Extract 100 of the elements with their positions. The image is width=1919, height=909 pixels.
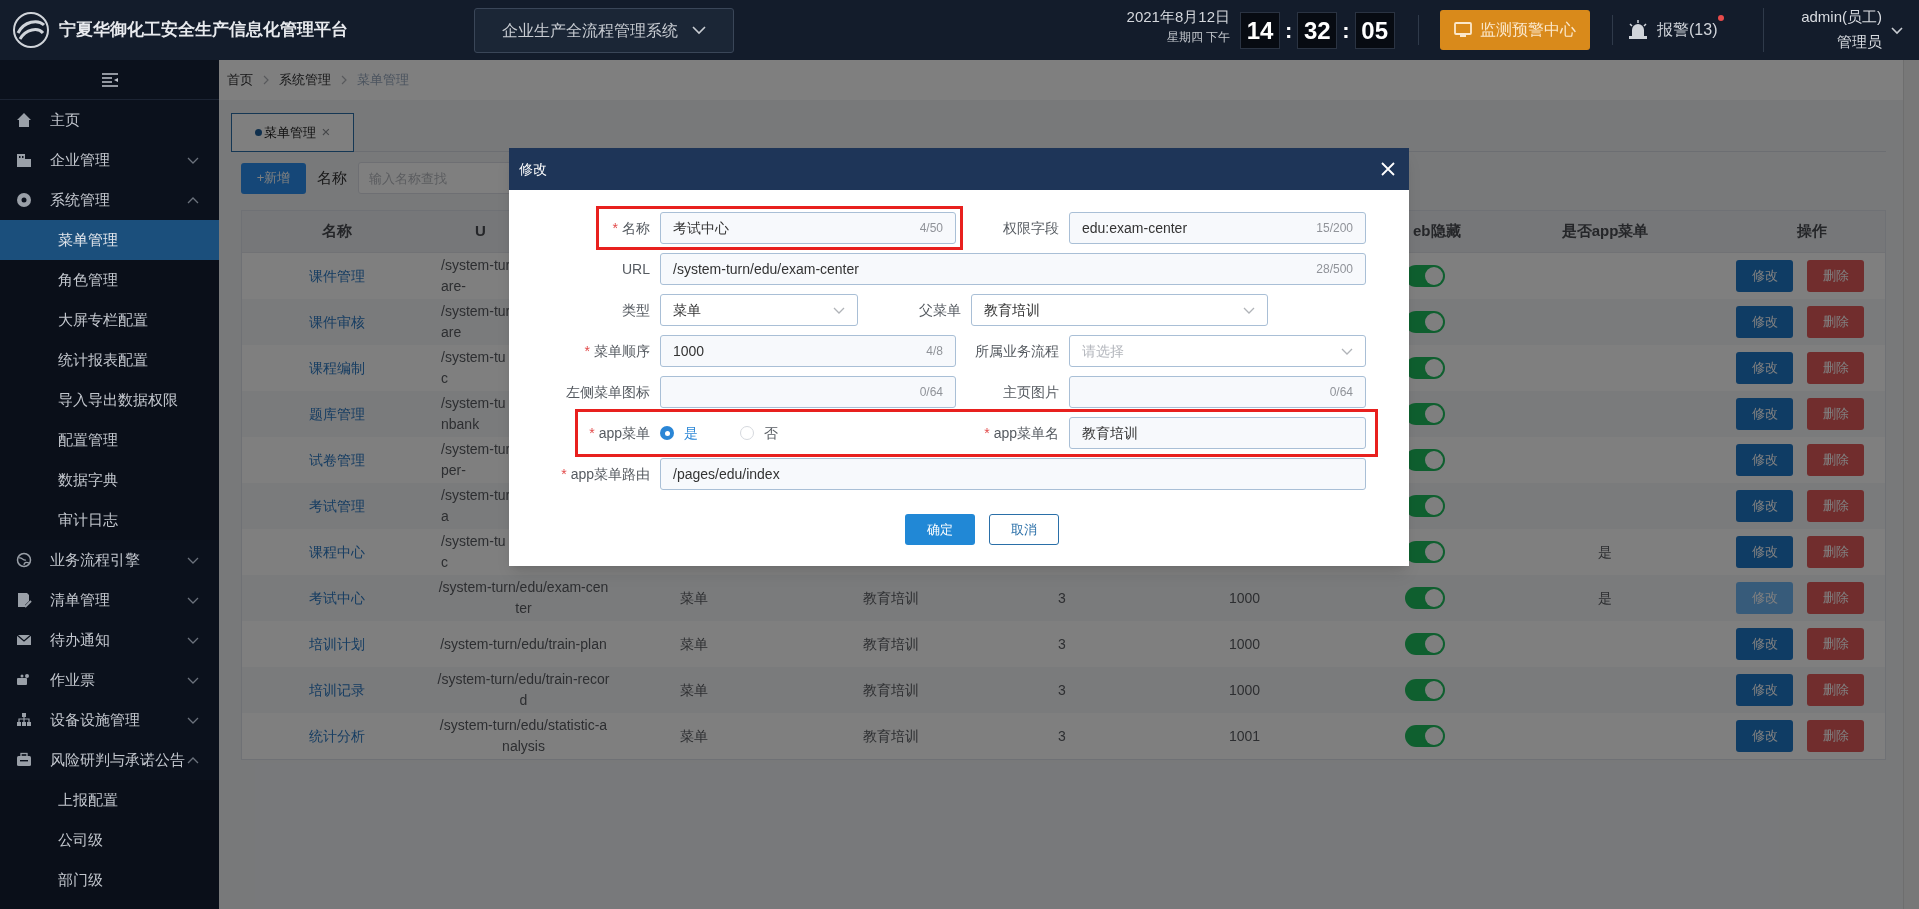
input-field[interactable]: /system-turn/edu/exam-center 28/500 <box>660 253 1366 285</box>
field-label: * 菜单顺序 <box>583 341 651 361</box>
menu-name-link[interactable]: 培训计划 <box>308 633 365 655</box>
field-label: 主页图片 <box>1002 382 1060 402</box>
select-field[interactable]: 菜单 <box>660 294 858 326</box>
menu-name-link[interactable]: 课程中心 <box>308 541 365 563</box>
confirm-button[interactable]: 确定 <box>904 514 975 545</box>
delete-button[interactable]: 删除 <box>1807 490 1864 522</box>
edit-button[interactable]: 修改 <box>1736 352 1793 384</box>
menu-group[interactable]: 系统管理 <box>0 180 219 220</box>
clock-digits: 14 <box>1240 12 1280 49</box>
system-dropdown[interactable]: 企业生产全流程管理系统 <box>474 8 734 53</box>
select-field[interactable]: 请选择 <box>1069 335 1366 367</box>
clock-separator: : <box>1285 17 1293 45</box>
menu-group[interactable]: 作业票 <box>0 660 219 700</box>
edit-button[interactable]: 修改 <box>1736 720 1793 752</box>
toggle-switch[interactable] <box>1405 679 1445 701</box>
char-counter: 0/64 <box>1329 384 1353 401</box>
menu-label: 设备设施管理 <box>50 709 141 730</box>
delete-button[interactable]: 删除 <box>1807 674 1864 706</box>
building-icon <box>16 152 32 168</box>
radio-option[interactable]: 否 <box>740 422 778 444</box>
cancel-button[interactable]: 取消 <box>988 514 1059 545</box>
menu-group[interactable]: 待办通知 <box>0 620 219 660</box>
edit-button[interactable]: 修改 <box>1736 444 1793 476</box>
menu-group[interactable]: 主页 <box>0 100 219 140</box>
menu-group[interactable]: 企业管理 <box>0 140 219 180</box>
delete-button[interactable]: 删除 <box>1807 536 1864 568</box>
delete-button[interactable]: 删除 <box>1807 306 1864 338</box>
radio-option[interactable]: 是 <box>660 422 698 444</box>
edit-button[interactable]: 修改 <box>1736 490 1793 522</box>
delete-button[interactable]: 删除 <box>1807 444 1864 476</box>
user-name[interactable]: admin(员工) <box>1801 4 1882 29</box>
input-field[interactable]: edu:exam-center 15/200 <box>1069 212 1366 244</box>
menu-group[interactable]: 清单管理 <box>0 580 219 620</box>
chevron-down-icon <box>1243 306 1255 314</box>
menu-group[interactable]: 设备设施管理 <box>0 700 219 740</box>
breadcrumb-link[interactable]: 首页 <box>227 70 253 90</box>
field-label: 所属业务流程 <box>974 341 1060 361</box>
toggle-switch[interactable] <box>1405 725 1445 747</box>
edit-button[interactable]: 修改 <box>1736 674 1793 706</box>
delete-button[interactable]: 删除 <box>1807 352 1864 384</box>
char-counter: 28/500 <box>1316 261 1353 278</box>
toggle-switch[interactable] <box>1405 587 1445 609</box>
menu-name-link[interactable]: 课件管理 <box>308 265 365 287</box>
search-label: 名称 <box>317 167 347 188</box>
edit-button[interactable]: 修改 <box>1736 628 1793 660</box>
select-field[interactable]: 教育培训 <box>971 294 1268 326</box>
column-header: 操作 <box>1796 221 1827 242</box>
edit-button[interactable]: 修改 <box>1736 536 1793 568</box>
submenu-item[interactable]: 菜单管理 <box>0 220 219 260</box>
menu-name-link[interactable]: 考试中心 <box>308 587 365 609</box>
delete-button[interactable]: 删除 <box>1807 720 1864 752</box>
close-tab[interactable]: × <box>321 121 331 144</box>
input-field[interactable]: 教育培训 <box>1069 417 1366 449</box>
close-icon[interactable] <box>1381 162 1395 176</box>
table-cell-text: 教育培训 <box>863 680 919 700</box>
menu-group[interactable]: 业务流程引擎 <box>0 540 219 580</box>
menu-name-link[interactable]: 题库管理 <box>308 403 365 425</box>
input-field[interactable]: /pages/edu/index <box>660 458 1366 490</box>
menu-name-link[interactable]: 统计分析 <box>308 725 365 747</box>
field-label: * app菜单 <box>588 423 651 443</box>
menu-collapse-icon[interactable] <box>100 72 119 87</box>
url-text: /system-turn/edu/exam-center <box>437 578 610 618</box>
input-field[interactable]: 0/64 <box>660 376 956 408</box>
delete-button[interactable]: 删除 <box>1807 398 1864 430</box>
delete-button[interactable]: 删除 <box>1807 582 1864 614</box>
alarm-bell-icon <box>1628 20 1648 40</box>
column-header: eb隐藏 <box>1413 221 1461 242</box>
page-tab[interactable]: 菜单管理 × <box>231 113 354 152</box>
edit-button[interactable]: 修改 <box>1736 398 1793 430</box>
add-button[interactable]: +新增 <box>241 162 306 194</box>
column-header: 是否app菜单 <box>1561 221 1649 242</box>
delete-button[interactable]: 删除 <box>1807 260 1864 292</box>
breadcrumb-link[interactable]: 系统管理 <box>279 70 331 90</box>
menu-name-link[interactable]: 考试管理 <box>308 495 365 517</box>
menu-label: 待办通知 <box>50 629 111 650</box>
char-counter: 4/50 <box>919 220 943 237</box>
input-field[interactable]: 考试中心 4/50 <box>660 212 956 244</box>
menu-name-link[interactable]: 课程编制 <box>308 357 365 379</box>
alarm-link[interactable]: 报警(13) <box>1657 18 1718 42</box>
menu-name-link[interactable]: 培训记录 <box>308 679 365 701</box>
input-field[interactable]: 1000 4/8 <box>660 335 956 367</box>
table-cell-text: 1000 <box>1228 634 1261 654</box>
table-cell-text: 3 <box>1058 634 1066 654</box>
field-label: URL <box>621 259 651 279</box>
menu-group[interactable]: 风险研判与承诺公告 <box>0 740 219 780</box>
edit-button[interactable]: 修改 <box>1736 260 1793 292</box>
briefcase-icon <box>16 752 32 768</box>
toggle-switch[interactable] <box>1405 633 1445 655</box>
column-header: 名称 <box>321 221 352 242</box>
edit-button[interactable]: 修改 <box>1736 306 1793 338</box>
menu-name-link[interactable]: 试卷管理 <box>308 449 365 471</box>
field-label: 左侧菜单图标 <box>565 382 651 402</box>
menu-name-link[interactable]: 课件审核 <box>308 311 365 333</box>
delete-button[interactable]: 删除 <box>1807 628 1864 660</box>
input-field[interactable]: 0/64 <box>1069 376 1366 408</box>
edit-button[interactable]: 修改 <box>1736 582 1793 614</box>
table-cell-text: 3 <box>1058 680 1066 700</box>
monitor-center-button[interactable]: 监测预警中心 <box>1440 10 1590 50</box>
